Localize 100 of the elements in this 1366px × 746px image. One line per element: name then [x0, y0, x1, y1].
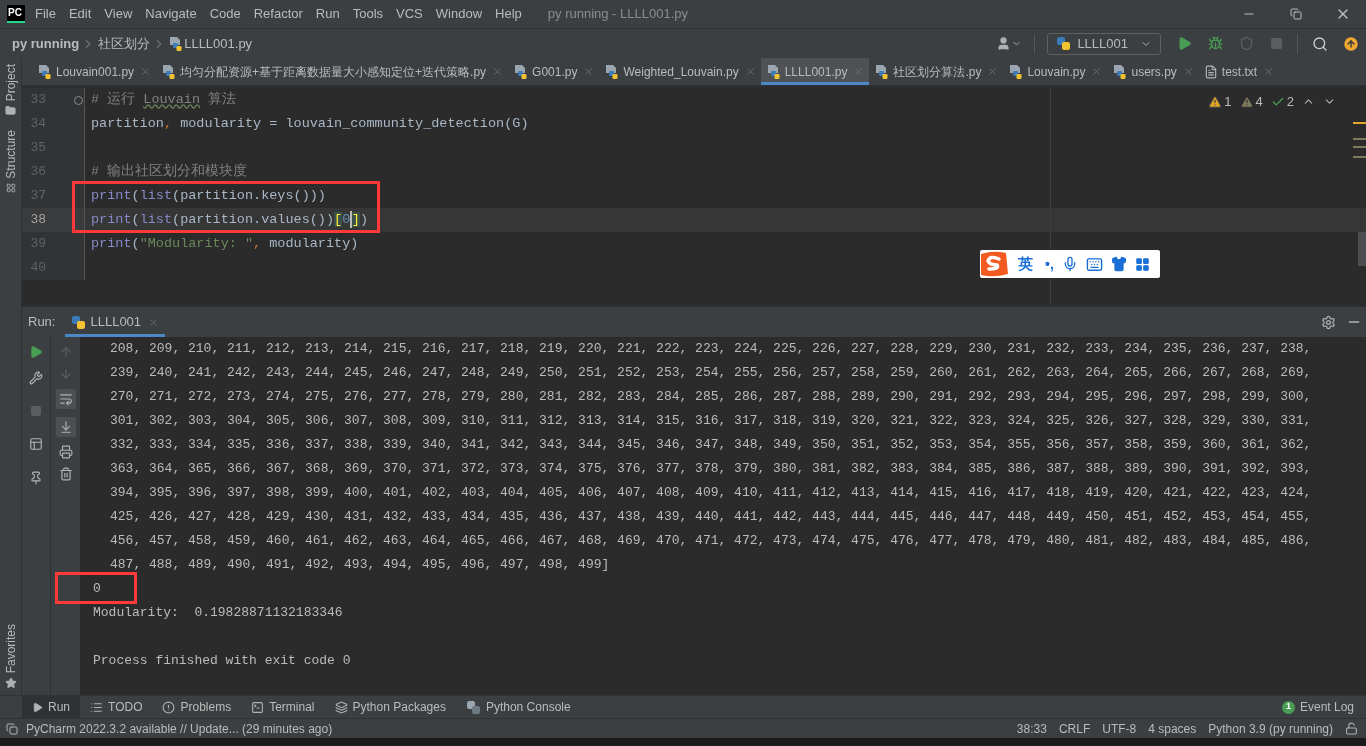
- editor-tab[interactable]: Weighted_Louvain.py: [599, 58, 761, 85]
- menu-item[interactable]: Edit: [68, 4, 92, 24]
- tool-window-tab[interactable]: Python Packages: [324, 696, 456, 718]
- error-stripe-mark: [1353, 122, 1366, 124]
- python-file-icon: [604, 63, 620, 80]
- console-line: 0: [93, 580, 101, 599]
- python-file-icon: [513, 63, 529, 80]
- menu-item[interactable]: Navigate: [145, 4, 197, 24]
- menu-item[interactable]: Refactor: [253, 4, 303, 24]
- coverage-icon[interactable]: [1239, 36, 1254, 51]
- input-mode-toggle[interactable]: 英: [1018, 252, 1033, 276]
- side-tool-tab[interactable]: Favorites: [1, 623, 20, 673]
- restore-icon: [1289, 8, 1302, 20]
- status-toggle-icon[interactable]: [6, 722, 18, 735]
- update-icon[interactable]: [1342, 34, 1360, 53]
- weak-warning-icon: [1239, 94, 1254, 109]
- editor-tab[interactable]: Louvain.py: [1003, 58, 1108, 85]
- menu-item[interactable]: Tools: [352, 4, 384, 24]
- trash-icon[interactable]: [58, 467, 73, 481]
- python-file-icon: [161, 63, 177, 80]
- close-tab-icon[interactable]: [148, 316, 160, 328]
- event-log-button[interactable]: 1 Event Log: [1281, 698, 1354, 716]
- python-file-icon: [37, 63, 52, 80]
- close-tab-icon[interactable]: [987, 66, 999, 77]
- breadcrumb-item[interactable]: 社区划分: [98, 33, 151, 54]
- tool-window-tab[interactable]: TODO: [80, 696, 153, 718]
- status-item[interactable]: 4 spaces: [1148, 719, 1197, 738]
- text-file-icon: [1203, 64, 1218, 79]
- close-tab-icon[interactable]: [492, 66, 504, 77]
- side-tool-tab[interactable]: Structure: [1, 130, 20, 180]
- inspection-counter[interactable]: 4: [1239, 92, 1263, 112]
- lock-icon[interactable]: [1345, 722, 1358, 735]
- soft-wrap-icon: [58, 392, 73, 406]
- status-item[interactable]: Python 3.9 (py running): [1208, 719, 1333, 738]
- inspection-counter[interactable]: 1: [1208, 92, 1232, 112]
- status-item[interactable]: UTF-8: [1102, 719, 1137, 738]
- layout-icon[interactable]: [29, 437, 43, 451]
- search-icon[interactable]: [1312, 35, 1328, 52]
- grid-icon[interactable]: [1134, 256, 1150, 272]
- scroll-to-end-icon: [58, 420, 73, 434]
- play-icon: [32, 701, 43, 713]
- menu-item[interactable]: Run: [315, 4, 340, 24]
- menu-item[interactable]: File: [35, 4, 56, 24]
- menu-item[interactable]: Window: [435, 4, 483, 24]
- console-line: Process finished with exit code 0: [93, 652, 351, 671]
- status-message[interactable]: PyCharm 2022.3.2 available // Update... (29 minutes ago): [26, 719, 333, 738]
- editor-tab[interactable]: users.py: [1107, 58, 1199, 85]
- close-tab-icon[interactable]: [1182, 66, 1194, 77]
- debug-icon[interactable]: [1208, 36, 1223, 51]
- scroll-to-end-toggle[interactable]: [55, 417, 76, 437]
- tool-window-tab[interactable]: Python Console: [455, 696, 581, 718]
- stop-icon[interactable]: [1270, 37, 1283, 50]
- editor-tab[interactable]: G001.py: [508, 58, 600, 85]
- shirt-icon[interactable]: [1110, 256, 1127, 272]
- settings-icon[interactable]: [1321, 314, 1336, 330]
- tool-window-tab[interactable]: Run: [22, 696, 80, 718]
- printer-icon[interactable]: [58, 445, 73, 459]
- close-tab-icon[interactable]: [744, 66, 756, 77]
- editor-tab[interactable]: LLLL001.py: [760, 58, 870, 85]
- menu-item[interactable]: VCS: [396, 4, 423, 24]
- close-tab-icon[interactable]: [583, 66, 595, 77]
- punctuation-toggle[interactable]: •,: [1045, 253, 1054, 275]
- status-item[interactable]: 38:33: [1016, 719, 1047, 738]
- run-configuration-dropdown[interactable]: LLLL001: [1047, 32, 1161, 55]
- editor-tab[interactable]: 均匀分配资源+基于距离数据量大小感知定位+迭代策略.py: [156, 58, 509, 85]
- code-line: partition, modularity = louvain_community_detection(G): [91, 114, 529, 133]
- app-logo: PC: [7, 5, 25, 23]
- rerun-icon[interactable]: [29, 345, 43, 359]
- console-line: 425, 426, 427, 428, 429, 430, 431, 432, 433, 434, 435, 436, 437, 438, 439, 440, 441, 442, 443, 444, 445, 446, 447, 448, 449, 450, 451, 452, 453, 454, 455,: [110, 508, 1312, 527]
- breadcrumb-item[interactable]: LLLL001.py: [184, 33, 253, 54]
- tool-window-tab[interactable]: Terminal: [241, 696, 325, 718]
- menu-item[interactable]: Help: [495, 4, 522, 24]
- editor-tab[interactable]: test.txt: [1198, 58, 1280, 85]
- user-menu-icon[interactable]: [996, 36, 1023, 51]
- side-tool-tab[interactable]: Project: [1, 64, 20, 102]
- menu-item[interactable]: Code: [209, 4, 241, 24]
- soft-wrap-toggle[interactable]: [55, 389, 76, 409]
- tool-window-tab[interactable]: Problems: [152, 696, 242, 718]
- python-logo-icon: [465, 699, 481, 715]
- close-tab-icon[interactable]: [1091, 66, 1103, 77]
- wrench-icon[interactable]: [29, 371, 43, 385]
- close-tab-icon[interactable]: [140, 66, 152, 77]
- editor-tab[interactable]: Louvain001.py: [32, 58, 157, 85]
- stop-icon[interactable]: [30, 405, 42, 417]
- code-line: print(list(partition.keys())): [91, 186, 326, 205]
- error-stripe-mark: [1353, 138, 1366, 140]
- status-item[interactable]: CRLF: [1058, 719, 1091, 738]
- run-icon[interactable]: [1177, 36, 1192, 51]
- star-icon: [4, 677, 17, 689]
- breadcrumb-item[interactable]: py running: [12, 33, 80, 54]
- pin-icon[interactable]: [29, 471, 43, 485]
- alert-circle-icon: [162, 700, 176, 714]
- structure-icon: [5, 183, 16, 194]
- inspection-counter[interactable]: 2: [1270, 92, 1294, 112]
- close-tab-icon[interactable]: [1263, 66, 1275, 77]
- scrollbar-thumb[interactable]: [1358, 232, 1366, 266]
- editor-tab[interactable]: 社区划分算法.py: [869, 58, 1004, 85]
- keyboard-icon[interactable]: [1085, 255, 1103, 273]
- console-line: 239, 240, 241, 242, 243, 244, 245, 246, 247, 248, 249, 250, 251, 252, 253, 254, 255, 256, 257, 258, 259, 260, 261, 262, 263, 264, 265, 266, 267, 268, 269,: [110, 364, 1312, 383]
- menu-item[interactable]: View: [104, 4, 133, 24]
